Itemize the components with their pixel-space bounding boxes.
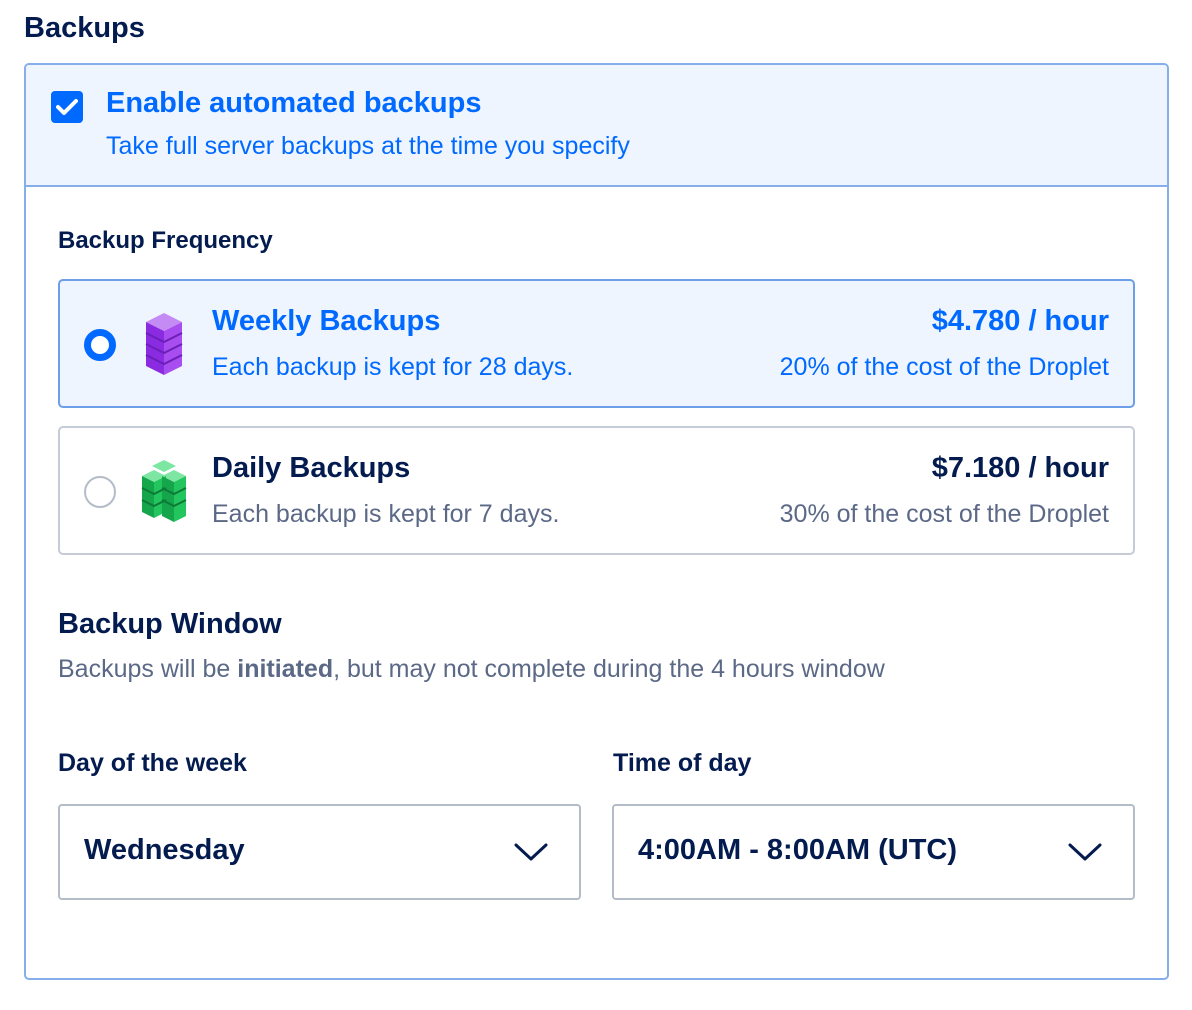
chevron-down-icon [514,843,548,861]
time-of-day-label: Time of day [613,749,752,777]
daily-backups-subtitle: Each backup is kept for 7 days. [212,500,560,528]
daily-backups-radio[interactable] [84,476,116,508]
enable-backups-subtitle: Take full server backups at the time you… [106,132,630,160]
weekly-backups-cost-note: 20% of the cost of the Droplet [779,353,1109,381]
weekly-backups-radio[interactable] [84,329,116,361]
backup-window-subtitle: Backups will be initiated, but may not c… [58,655,885,684]
backup-window-subtitle-post: , but may not complete during the 4 hour… [333,655,885,683]
chevron-down-icon [1068,843,1102,861]
weekly-backups-subtitle: Each backup is kept for 28 days. [212,353,574,381]
green-stack-icon [141,460,187,522]
time-of-day-select[interactable]: 4:00AM - 8:00AM (UTC) [612,804,1135,900]
weekly-backups-price: $4.780 / hour [931,305,1109,337]
enable-backups-title: Enable automated backups [106,87,482,119]
day-of-week-label: Day of the week [58,749,247,777]
backup-window-subtitle-bold: initiated [237,655,334,683]
daily-backups-option[interactable]: Daily Backups Each backup is kept for 7 … [58,426,1135,555]
enable-backups-bar[interactable]: Enable automated backups Take full serve… [26,65,1167,187]
enable-backups-checkbox[interactable] [51,91,83,123]
backups-card: Enable automated backups Take full serve… [24,63,1169,980]
time-of-day-value: 4:00AM - 8:00AM (UTC) [638,834,958,866]
day-of-week-select[interactable]: Wednesday [58,804,581,900]
backup-frequency-label: Backup Frequency [58,227,273,254]
daily-backups-title: Daily Backups [212,452,411,484]
backup-window-title: Backup Window [58,608,282,640]
weekly-backups-title: Weekly Backups [212,305,441,337]
weekly-backups-option[interactable]: Weekly Backups Each backup is kept for 2… [58,279,1135,408]
checkmark-icon [56,99,78,115]
day-of-week-value: Wednesday [84,834,245,866]
daily-backups-price: $7.180 / hour [931,452,1109,484]
backup-window-subtitle-pre: Backups will be [58,655,238,683]
daily-backups-cost-note: 30% of the cost of the Droplet [779,500,1109,528]
purple-stack-icon [145,313,183,375]
section-title: Backups [24,12,145,44]
